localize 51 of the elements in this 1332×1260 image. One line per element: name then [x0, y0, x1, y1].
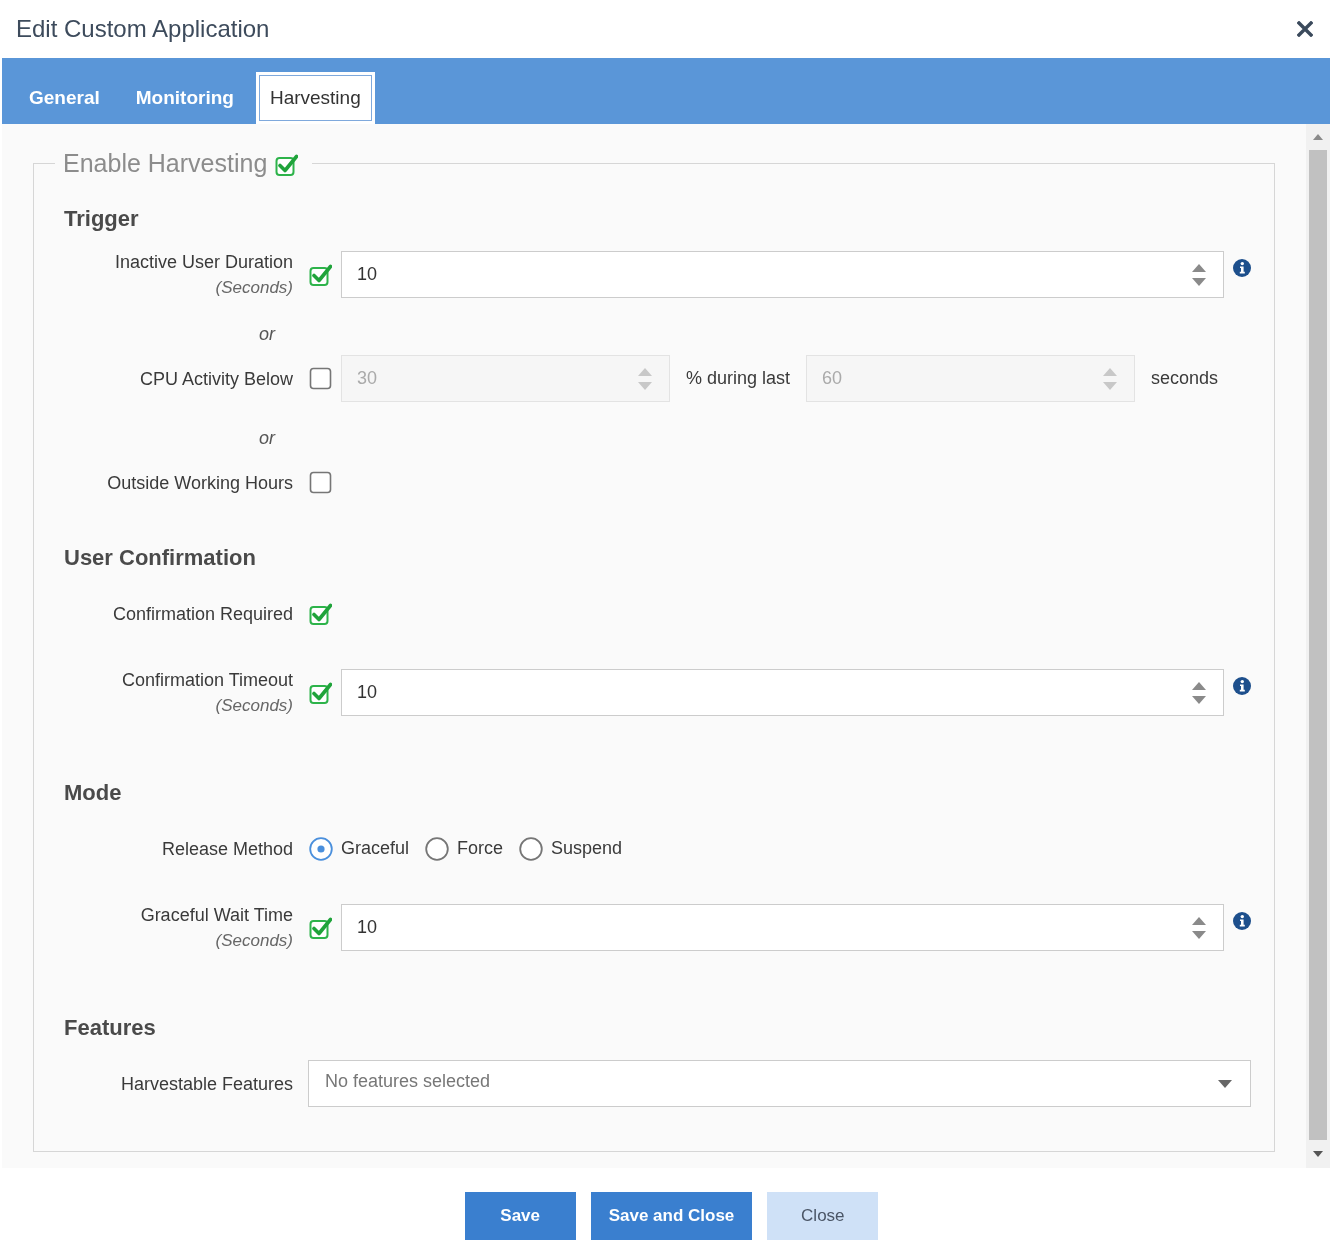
field-label: Graceful Wait Time [140, 903, 293, 927]
window-title: Edit Custom Application [16, 14, 270, 44]
checkbox[interactable] [309, 602, 332, 625]
field-label: Harvestable Features [120, 1072, 293, 1096]
unit-text: % during last [686, 367, 791, 390]
number-field[interactable]: 10 [341, 251, 1224, 298]
checkbox[interactable] [309, 916, 332, 939]
section-heading: Trigger [63, 205, 140, 233]
tab[interactable]: General [15, 72, 114, 124]
tab[interactable]: Monitoring [121, 72, 248, 124]
tab[interactable]: Harvesting [255, 72, 375, 124]
field-label: Outside Working Hours [107, 471, 293, 495]
scroll-up-icon[interactable] [1313, 134, 1323, 140]
separator-text: or [259, 323, 275, 346]
radio-option[interactable]: Force [425, 835, 504, 862]
field-label: Confirmation Timeout [121, 668, 293, 692]
section-heading: User Confirmation [63, 544, 257, 572]
unit-text: seconds [1151, 367, 1219, 390]
scroll-down-icon[interactable] [1313, 1151, 1323, 1157]
field-label: Confirmation Required [112, 602, 293, 626]
info-icon[interactable] [1233, 677, 1251, 695]
number-field[interactable]: 10 [341, 904, 1224, 951]
radio-icon[interactable] [309, 836, 333, 861]
info-icon[interactable] [1233, 259, 1251, 277]
unit-label: (Seconds) [215, 694, 293, 717]
radio-option[interactable]: Suspend [519, 835, 623, 862]
unit-label: (Seconds) [215, 276, 293, 299]
checkbox[interactable] [309, 471, 332, 494]
dialog-button[interactable]: Save and Close [590, 1192, 753, 1240]
radio-icon[interactable] [425, 836, 450, 861]
checkbox[interactable] [309, 263, 332, 286]
scrollbar[interactable] [1306, 124, 1330, 1168]
dialog-button[interactable]: Save [464, 1192, 576, 1240]
scrollbar-thumb[interactable] [1309, 150, 1327, 1140]
separator-text: or [259, 427, 275, 450]
info-icon[interactable] [1233, 912, 1251, 930]
unit-label: (Seconds) [215, 929, 293, 952]
legend-title: Enable Harvesting [63, 148, 268, 179]
dialog-button[interactable]: Close [767, 1192, 879, 1240]
close-icon[interactable] [1297, 21, 1313, 37]
field-label: CPU Activity Below [139, 367, 293, 391]
section-heading: Features [63, 1014, 157, 1042]
radio-icon[interactable] [519, 836, 544, 861]
checkbox[interactable] [309, 681, 332, 704]
radio-option[interactable]: Graceful [309, 835, 410, 862]
field-label: Inactive User Duration [114, 250, 293, 274]
number-field[interactable]: 10 [341, 669, 1224, 716]
dropdown-field[interactable]: No features selected [308, 1060, 1251, 1107]
section-heading: Mode [63, 779, 123, 807]
caret-icon[interactable] [1218, 1079, 1232, 1088]
field-label: Release Method [161, 837, 293, 861]
